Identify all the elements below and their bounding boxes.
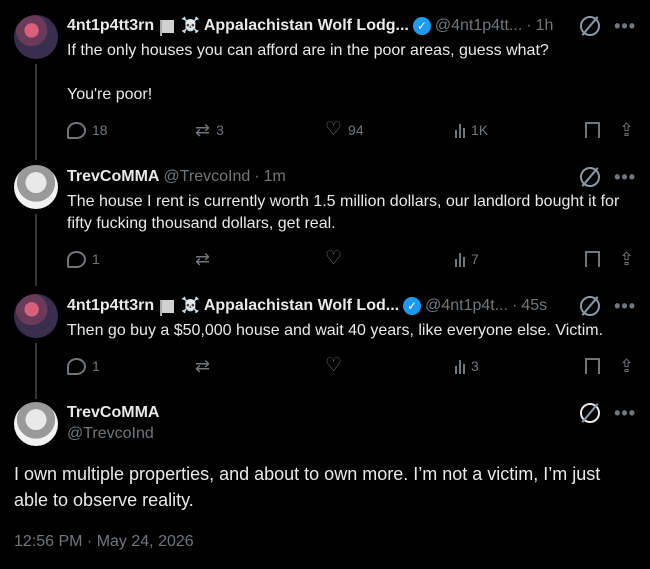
skull-crossbones-icon: ☠️: [181, 17, 200, 34]
reply-icon: [67, 121, 86, 139]
like-button[interactable]: ♡: [325, 355, 343, 376]
grok-icon[interactable]: [580, 296, 601, 316]
bookmark-button[interactable]: [585, 358, 600, 374]
tweet-header: 4nt1p4tt3rn ☠️ Appalachistan Wolf Lod...…: [67, 296, 590, 316]
verified-badge-icon[interactable]: ✓: [412, 17, 431, 35]
timestamp[interactable]: 45s: [521, 296, 547, 316]
repost-button[interactable]: ⇄: [195, 357, 210, 375]
tweet-actions: 1 ⇄ ♡ 7 ⇪: [67, 248, 637, 270]
thread-line: [35, 343, 37, 399]
bookmark-button[interactable]: [585, 251, 600, 267]
views-icon: [455, 359, 465, 374]
more-options-icon[interactable]: •••: [614, 403, 636, 424]
display-name[interactable]: 4nt1p4tt3rn: [67, 16, 154, 36]
display-name[interactable]: 4nt1p4tt3rn: [67, 296, 154, 316]
repost-icon: ⇄: [195, 356, 211, 376]
avatar[interactable]: [14, 402, 58, 446]
avatar[interactable]: [14, 294, 58, 338]
user-handle[interactable]: @4nt1p4t...: [425, 296, 508, 316]
repost-icon: ⇄: [195, 249, 211, 269]
verified-badge-icon[interactable]: ✓: [403, 297, 422, 315]
display-name[interactable]: TrevCoMMA: [67, 167, 159, 187]
tweet-actions: 18 ⇄ 3 ♡ 94 1K ⇪: [67, 119, 637, 141]
tweet-actions: 1 ⇄ ♡ 3 ⇪: [67, 355, 637, 377]
tweet-top-icons: •••: [580, 16, 636, 37]
reply-count: 1: [92, 251, 100, 267]
like-button[interactable]: ♡ 94: [325, 119, 364, 140]
reply-count: 1: [92, 358, 100, 374]
avatar[interactable]: [14, 15, 58, 59]
grok-icon[interactable]: [580, 16, 601, 36]
repost-button[interactable]: ⇄ 3: [195, 121, 224, 139]
separator-dot: ·: [254, 168, 260, 185]
share-icon: ⇪: [619, 356, 635, 376]
share-button[interactable]: ⇪: [619, 121, 634, 139]
heart-icon: ♡: [325, 248, 343, 269]
tweet-top-icons: •••: [580, 296, 636, 317]
views-count: 1K: [471, 122, 489, 138]
tweet-header: 4nt1p4tt3rn ☠️ Appalachistan Wolf Lodg..…: [67, 16, 590, 36]
grok-icon[interactable]: [580, 403, 601, 423]
timestamp[interactable]: 1m: [264, 167, 286, 187]
tweet-header: TrevCoMMA @TrevcoInd · 1m: [67, 167, 590, 187]
views-button[interactable]: 1K: [455, 122, 488, 138]
bookmark-icon: [585, 358, 600, 374]
repost-icon: ⇄: [195, 120, 211, 140]
display-name-suffix[interactable]: Appalachistan Wolf Lod...: [204, 296, 399, 316]
tweet-timestamp[interactable]: 12:56 PM · May 24, 2026: [14, 533, 194, 551]
bookmark-icon: [585, 251, 600, 267]
tweet-text: Then go buy a $50,000 house and wait 40 …: [67, 322, 604, 339]
share-button[interactable]: ⇪: [619, 250, 634, 268]
timestamp[interactable]: 1h: [536, 16, 554, 36]
thread-line: [35, 64, 37, 160]
skull-crossbones-icon: ☠️: [181, 297, 200, 314]
display-name[interactable]: TrevCoMMA: [67, 403, 159, 423]
repost-button[interactable]: ⇄: [195, 250, 210, 268]
separator-dot: ·: [512, 297, 518, 314]
heart-icon: ♡: [325, 355, 343, 376]
tweet-top-icons: •••: [580, 167, 636, 188]
views-button[interactable]: 7: [455, 251, 479, 267]
reply-count: 18: [92, 122, 108, 138]
black-flag-icon: [160, 19, 175, 36]
main-tweet-text: I own multiple properties, and about to …: [14, 464, 601, 510]
thread-line: [35, 214, 37, 286]
display-name-suffix[interactable]: Appalachistan Wolf Lodg...: [204, 16, 409, 36]
reply-icon: [67, 250, 86, 268]
like-count: 94: [348, 122, 364, 138]
views-icon: [455, 123, 465, 138]
user-handle[interactable]: @TrevcoInd: [163, 167, 250, 187]
share-icon: ⇪: [619, 249, 635, 269]
repost-count: 3: [216, 122, 224, 138]
more-options-icon[interactable]: •••: [614, 16, 636, 37]
views-icon: [455, 252, 465, 267]
black-flag-icon: [160, 299, 175, 316]
reply-button[interactable]: 1: [67, 250, 100, 268]
like-button[interactable]: ♡: [325, 248, 343, 269]
heart-icon: ♡: [325, 119, 343, 140]
tweet-text: The house I rent is currently worth 1.5 …: [67, 193, 624, 232]
avatar[interactable]: [14, 165, 58, 209]
separator-dot: ·: [526, 17, 532, 34]
tweet-text: If the only houses you can afford are in…: [67, 42, 549, 103]
user-handle[interactable]: @TrevcoInd: [67, 425, 154, 443]
tweet-top-icons: •••: [580, 403, 636, 424]
views-count: 7: [471, 251, 479, 267]
tweet-header: TrevCoMMA: [67, 403, 590, 423]
share-icon: ⇪: [619, 120, 635, 140]
bookmark-button[interactable]: [585, 122, 600, 138]
reply-icon: [67, 357, 86, 375]
views-button[interactable]: 3: [455, 358, 479, 374]
bookmark-icon: [585, 122, 600, 138]
views-count: 3: [471, 358, 479, 374]
reply-button[interactable]: 18: [67, 121, 108, 139]
share-button[interactable]: ⇪: [619, 357, 634, 375]
more-options-icon[interactable]: •••: [614, 167, 636, 188]
grok-icon[interactable]: [580, 167, 601, 187]
user-handle[interactable]: @4nt1p4tt...: [435, 16, 522, 36]
more-options-icon[interactable]: •••: [614, 296, 636, 317]
reply-button[interactable]: 1: [67, 357, 100, 375]
